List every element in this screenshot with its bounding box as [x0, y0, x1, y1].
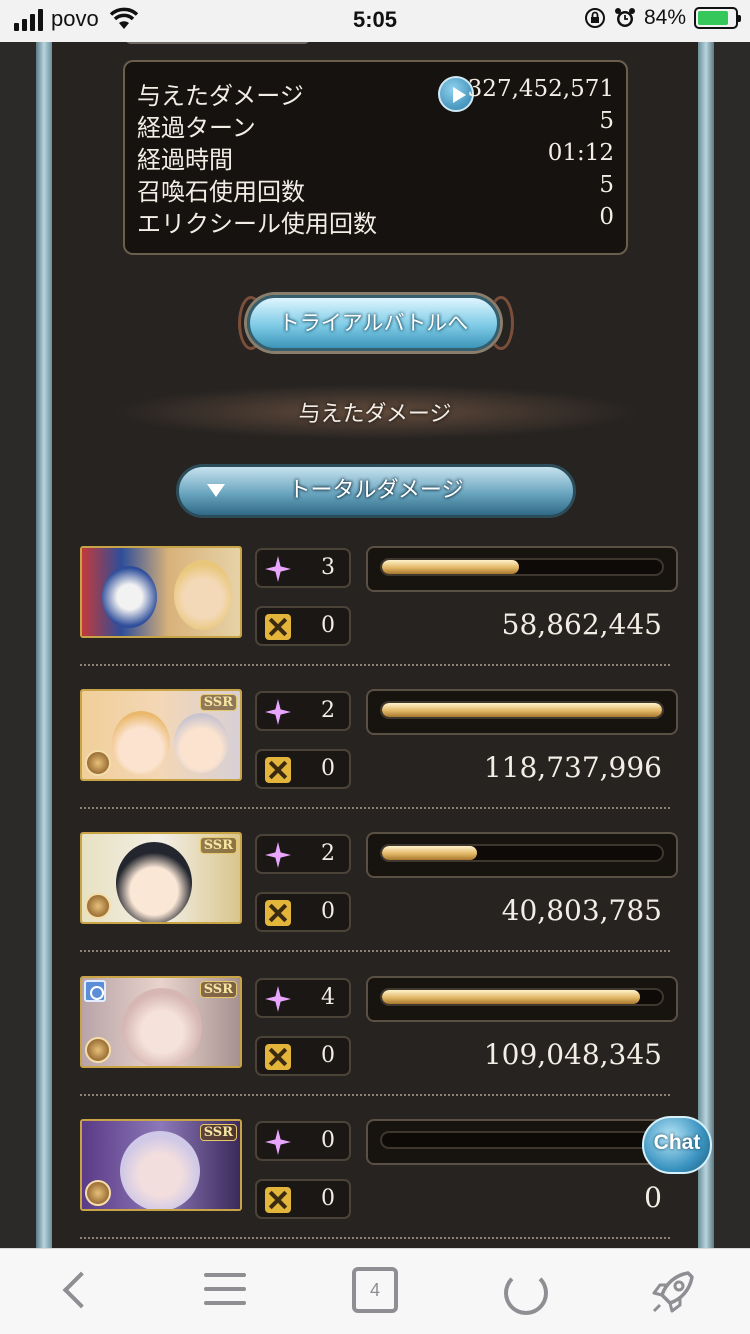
ability-star-icon [265, 1129, 291, 1155]
party-member-row: SSR 2 0 40,803,785 [80, 832, 680, 975]
crossed-swords-icon [265, 900, 291, 926]
ougi-count: 0 [255, 1036, 351, 1076]
button-ornament-right [488, 296, 514, 350]
tab-count: 4 [352, 1267, 398, 1313]
ougi-count: 0 [255, 606, 351, 646]
reload-button[interactable] [496, 1267, 550, 1317]
ability-count: 3 [255, 548, 351, 588]
character-portrait[interactable]: SSR [80, 976, 242, 1068]
summary-row: 経過ターン 5 [137, 108, 614, 142]
ability-star-icon [265, 699, 291, 725]
ability-star-icon [265, 556, 291, 582]
ability-count: 2 [255, 834, 351, 874]
element-icon [85, 893, 111, 919]
summary-row: エリクシール使用回数 0 [137, 204, 614, 238]
party-member-row: SSR 4 0 109,048,345 [80, 976, 680, 1119]
row-divider [80, 950, 670, 952]
orientation-lock-icon [584, 8, 605, 28]
element-icon [85, 1180, 111, 1206]
crossed-swords-icon [265, 757, 291, 783]
total-damage-dropdown[interactable]: トータルダメージ [176, 464, 576, 518]
dropdown-label: トータルダメージ [288, 478, 464, 503]
damage-bar-fill [382, 560, 520, 574]
frame-right [698, 42, 714, 1248]
damage-bar-fill [382, 990, 640, 1004]
character-portrait[interactable]: SSR [80, 832, 242, 924]
battery-icon [694, 7, 741, 29]
party-member-row: SSR 2 0 118,737,996 [80, 689, 680, 832]
ougi-count: 0 [255, 749, 351, 789]
damage-value: 118,737,996 [483, 751, 662, 784]
character-portrait[interactable]: SSR [80, 689, 242, 781]
damage-value: 109,048,345 [483, 1038, 662, 1071]
party-member-row: 3 0 58,862,445 [80, 546, 680, 689]
ability-star-icon [265, 986, 291, 1012]
ssr-badge: SSR [199, 837, 237, 854]
summary-row: 召喚石使用回数 5 [137, 172, 614, 206]
back-button[interactable] [48, 1267, 102, 1317]
damage-bar [366, 1119, 678, 1165]
frame-left [36, 42, 52, 1248]
element-icon [85, 750, 111, 776]
ougi-count: 0 [255, 892, 351, 932]
row-divider [80, 1237, 670, 1239]
ability-star-icon [265, 842, 291, 868]
battery-percent: 84% [643, 6, 686, 29]
element-icon [85, 1037, 111, 1063]
damage-value: 0 [644, 1181, 662, 1214]
character-portrait[interactable] [80, 546, 242, 638]
crossed-swords-icon [265, 1187, 291, 1213]
damage-bar [366, 976, 678, 1022]
damage-value: 40,803,785 [501, 894, 662, 927]
battle-summary: 与えたダメージ 327,452,571 経過ターン 5 経過時間 01:12 召… [123, 60, 628, 255]
ssr-badge: SSR [199, 981, 237, 998]
row-divider [80, 664, 670, 666]
tabs-button[interactable]: 4 [348, 1267, 402, 1317]
party-member-row: SSR 0 0 0 [80, 1119, 680, 1248]
damage-bar-fill [382, 703, 662, 717]
row-divider [80, 1094, 670, 1096]
summary-row: 与えたダメージ 327,452,571 [137, 76, 614, 112]
damage-bar [366, 546, 678, 592]
summary-row: 経過時間 01:12 [137, 140, 614, 174]
row-divider [80, 807, 670, 809]
menu-button[interactable] [198, 1267, 252, 1317]
ability-count: 2 [255, 691, 351, 731]
damage-bar [366, 689, 678, 735]
crossed-swords-icon [265, 1044, 291, 1070]
crossed-swords-icon [265, 614, 291, 640]
browser-toolbar: 4 [0, 1248, 750, 1334]
damage-value: 58,862,445 [501, 608, 662, 641]
rocket-button[interactable] [648, 1267, 702, 1317]
status-bar: povo 5:05 84% [0, 0, 750, 42]
chat-button[interactable]: Chat [642, 1116, 712, 1174]
ring-icon [84, 980, 106, 1002]
game-view: 与えたダメージ 327,452,571 経過ターン 5 経過時間 01:12 召… [0, 42, 750, 1248]
dropdown-triangle-icon [207, 484, 225, 497]
damage-bar [366, 832, 678, 878]
ability-count: 0 [255, 1121, 351, 1161]
rocket-icon [652, 1271, 694, 1313]
ability-count: 4 [255, 978, 351, 1018]
ougi-count: 0 [255, 1179, 351, 1219]
ssr-badge: SSR [199, 1124, 237, 1141]
trial-battle-button[interactable]: トライアルバトルへ [247, 295, 500, 351]
character-portrait[interactable]: SSR [80, 1119, 242, 1211]
panel-tab-edge [125, 42, 310, 44]
alarm-icon [614, 8, 635, 27]
section-title: 与えたダメージ [298, 402, 452, 427]
ssr-badge: SSR [199, 694, 237, 711]
damage-bar-fill [382, 846, 478, 860]
